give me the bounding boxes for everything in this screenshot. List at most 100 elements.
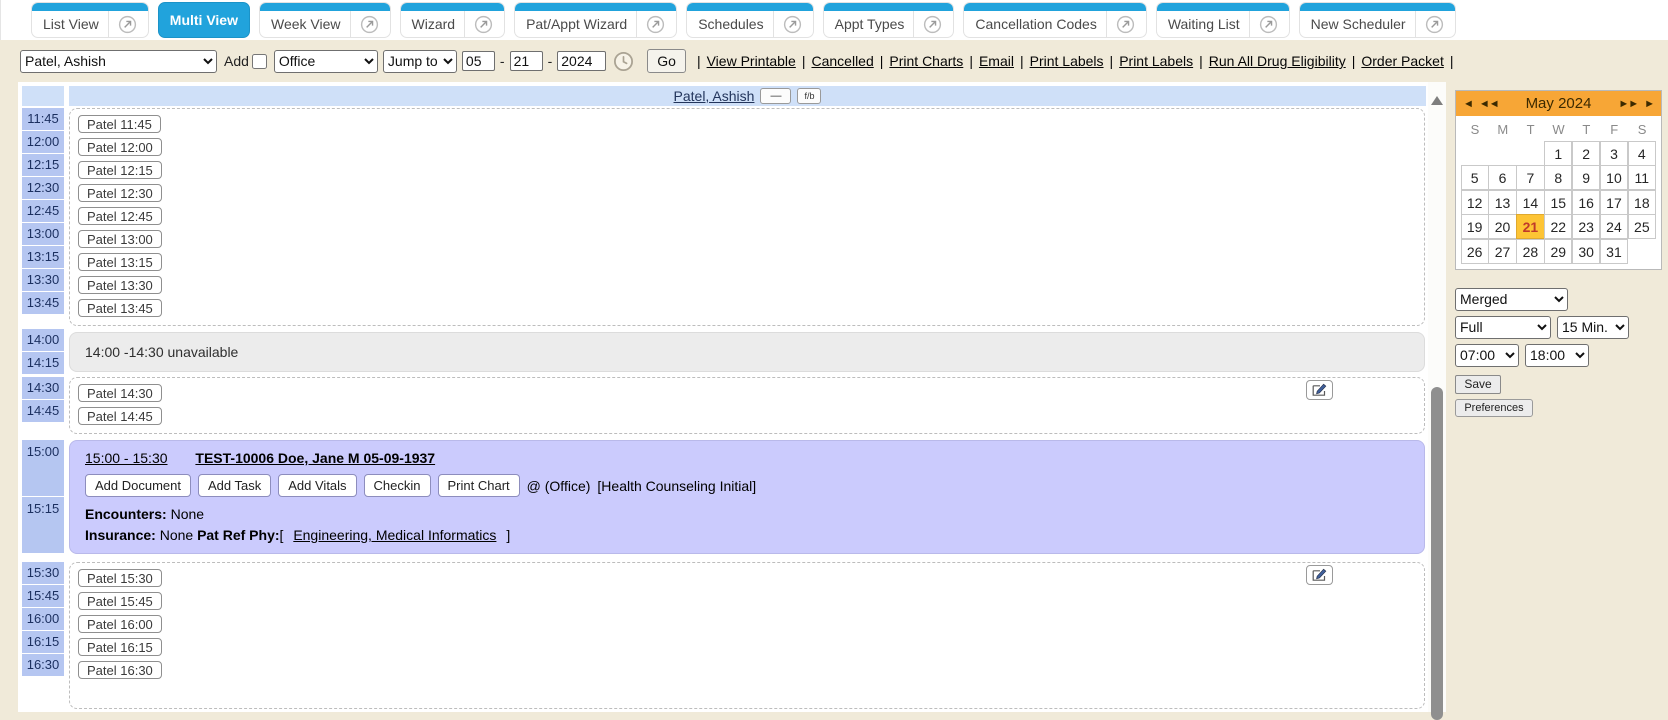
add-document-button[interactable]: Add Document <box>85 474 191 497</box>
date-day-input[interactable] <box>510 51 543 71</box>
zoom-select[interactable]: Full <box>1455 316 1551 339</box>
calendar-date-cell[interactable]: 24 <box>1600 214 1628 239</box>
add-task-button[interactable]: Add Task <box>198 474 271 497</box>
slot-button[interactable]: Patel 15:30 <box>78 569 162 587</box>
tab-appt-types[interactable]: Appt Types <box>823 2 955 38</box>
tab-schedules[interactable]: Schedules <box>686 2 813 38</box>
slot-button[interactable]: Patel 12:45 <box>78 207 162 225</box>
scrollbar-up-arrow-icon[interactable] <box>1431 96 1443 105</box>
calendar-date-cell[interactable]: 16 <box>1572 190 1600 215</box>
external-link-icon[interactable] <box>360 15 379 34</box>
tab-week-view[interactable]: Week View <box>259 2 391 38</box>
preferences-button[interactable]: Preferences <box>1455 399 1533 417</box>
tab-waiting-list[interactable]: Waiting List <box>1156 2 1290 38</box>
slot-button[interactable]: Patel 15:45 <box>78 592 162 610</box>
link-view-printable[interactable]: View Printable <box>707 53 796 69</box>
ref-phy-link[interactable]: Engineering, Medical Informatics <box>293 527 496 543</box>
date-month-input[interactable] <box>462 51 495 71</box>
calendar-date-cell-selected[interactable]: 21 <box>1516 214 1544 239</box>
slot-button[interactable]: Patel 13:45 <box>78 299 162 317</box>
provider-header-link[interactable]: Patel, Ashish <box>674 88 755 104</box>
calendar-next-single-icon[interactable]: ► <box>1644 98 1654 110</box>
calendar-date-cell[interactable]: 22 <box>1544 214 1572 239</box>
tab-list-view[interactable]: List View <box>31 2 149 38</box>
calendar-prev-single-icon[interactable]: ◄ <box>1463 98 1473 110</box>
calendar-date-cell[interactable]: 7 <box>1516 165 1544 190</box>
interval-select[interactable]: 15 Min. <box>1557 316 1629 339</box>
slot-button[interactable]: Patel 16:30 <box>78 661 162 679</box>
jump-to-select[interactable]: Jump to <box>383 50 457 73</box>
edit-section-button[interactable] <box>1306 565 1333 585</box>
calendar-date-cell[interactable]: 6 <box>1488 165 1516 190</box>
add-vitals-button[interactable]: Add Vitals <box>278 474 356 497</box>
external-link-icon[interactable] <box>474 15 493 34</box>
calendar-date-cell[interactable]: 15 <box>1544 190 1572 215</box>
external-link-icon[interactable] <box>923 15 942 34</box>
end-time-select[interactable]: 18:00 <box>1525 344 1589 367</box>
link-print-labels-1[interactable]: Print Labels <box>1030 53 1104 69</box>
calendar-date-cell[interactable]: 29 <box>1544 239 1572 264</box>
calendar-date-cell[interactable]: 2 <box>1572 141 1600 166</box>
calendar-date-cell[interactable]: 10 <box>1600 165 1628 190</box>
calendar-next-double-icon[interactable]: ►► <box>1618 98 1638 110</box>
calendar-date-cell[interactable]: 14 <box>1516 190 1544 215</box>
link-run-all-drug-eligibility[interactable]: Run All Drug Eligibility <box>1209 53 1346 69</box>
calendar-date-cell[interactable]: 9 <box>1572 165 1600 190</box>
tab-multi-view[interactable]: Multi View <box>158 2 250 38</box>
print-chart-button[interactable]: Print Chart <box>438 474 520 497</box>
start-time-select[interactable]: 07:00 <box>1455 344 1519 367</box>
external-link-icon[interactable] <box>1425 15 1444 34</box>
calendar-date-cell[interactable]: 18 <box>1628 190 1656 215</box>
calendar-date-cell[interactable]: 11 <box>1628 165 1656 190</box>
provider-select[interactable]: Patel, Ashish <box>20 50 217 73</box>
add-checkbox[interactable] <box>252 54 267 69</box>
slot-button[interactable]: Patel 13:15 <box>78 253 162 271</box>
date-year-input[interactable] <box>557 51 606 71</box>
calendar-date-cell[interactable]: 23 <box>1572 214 1600 239</box>
external-link-icon[interactable] <box>1116 15 1135 34</box>
appointment-time-link[interactable]: 15:00 - 15:30 <box>85 450 168 466</box>
scrollbar-thumb[interactable] <box>1431 387 1443 720</box>
link-print-labels-2[interactable]: Print Labels <box>1119 53 1193 69</box>
calendar-date-cell[interactable]: 12 <box>1461 190 1489 215</box>
collapse-column-button[interactable]: — <box>760 88 791 104</box>
link-order-packet[interactable]: Order Packet <box>1361 53 1443 69</box>
calendar-date-cell[interactable]: 25 <box>1628 214 1656 239</box>
calendar-date-cell[interactable]: 28 <box>1516 239 1544 264</box>
external-link-icon[interactable] <box>1259 15 1278 34</box>
slot-button[interactable]: Patel 14:30 <box>78 384 162 402</box>
slot-button[interactable]: Patel 12:15 <box>78 161 162 179</box>
view-mode-select[interactable]: Merged <box>1455 288 1568 311</box>
slot-button[interactable]: Patel 14:45 <box>78 407 162 425</box>
go-button[interactable]: Go <box>647 49 686 73</box>
calendar-date-cell[interactable]: 26 <box>1461 239 1489 264</box>
calendar-date-cell[interactable]: 8 <box>1544 165 1572 190</box>
clock-icon[interactable] <box>613 51 634 72</box>
calendar-date-cell[interactable]: 3 <box>1600 141 1628 166</box>
edit-section-button[interactable] <box>1306 380 1333 400</box>
tab-new-scheduler[interactable]: New Scheduler <box>1299 2 1456 38</box>
checkin-button[interactable]: Checkin <box>364 474 431 497</box>
calendar-date-cell[interactable]: 27 <box>1488 239 1516 264</box>
slot-button[interactable]: Patel 12:00 <box>78 138 162 156</box>
slot-button[interactable]: Patel 16:00 <box>78 615 162 633</box>
tab-wizard[interactable]: Wizard <box>400 2 506 38</box>
external-link-icon[interactable] <box>118 15 137 34</box>
calendar-date-cell[interactable]: 17 <box>1600 190 1628 215</box>
tab-pat-appt-wizard[interactable]: Pat/Appt Wizard <box>514 2 677 38</box>
external-link-icon[interactable] <box>783 15 802 34</box>
calendar-date-cell[interactable]: 1 <box>1544 141 1572 166</box>
facility-select[interactable]: Office <box>274 50 378 73</box>
slot-button[interactable]: Patel 12:30 <box>78 184 162 202</box>
calendar-date-cell[interactable]: 5 <box>1461 165 1489 190</box>
slot-button[interactable]: Patel 16:15 <box>78 638 162 656</box>
appointment-patient-link[interactable]: TEST-10006 Doe, Jane M 05-09-1937 <box>195 450 435 466</box>
external-link-icon[interactable] <box>646 15 665 34</box>
link-email[interactable]: Email <box>979 53 1014 69</box>
slot-button[interactable]: Patel 13:00 <box>78 230 162 248</box>
link-print-charts[interactable]: Print Charts <box>889 53 963 69</box>
calendar-date-cell[interactable]: 13 <box>1488 190 1516 215</box>
fb-button[interactable]: f/b <box>797 88 821 104</box>
vertical-scrollbar[interactable] <box>1428 82 1446 712</box>
slot-button[interactable]: Patel 13:30 <box>78 276 162 294</box>
